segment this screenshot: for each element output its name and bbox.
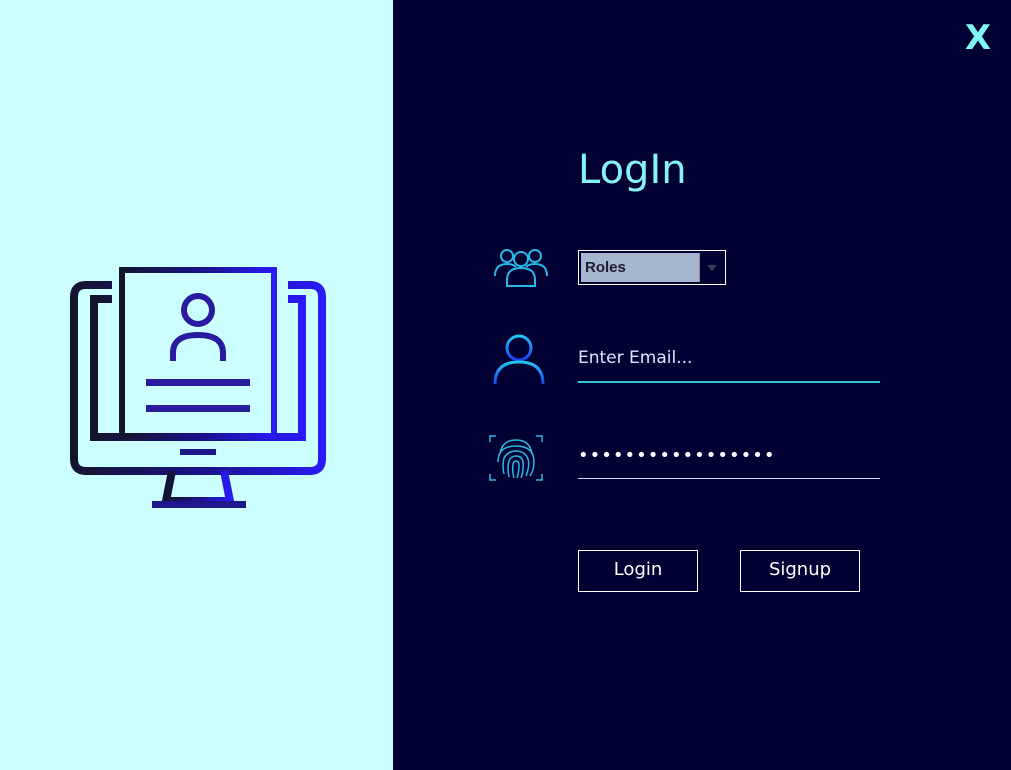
user-icon	[493, 334, 545, 385]
login-button[interactable]: Login	[578, 550, 698, 592]
computer-user-profile-icon	[70, 267, 326, 508]
roles-dropdown[interactable]: Roles	[578, 250, 726, 285]
signup-button[interactable]: Signup	[740, 550, 860, 592]
left-panel	[0, 0, 393, 770]
email-field[interactable]	[578, 338, 880, 378]
dropdown-arrow-button[interactable]	[699, 253, 723, 282]
password-underline	[578, 478, 880, 479]
users-group-icon	[494, 249, 548, 287]
page-title: LogIn	[578, 147, 687, 193]
chevron-down-icon	[707, 265, 717, 271]
password-field[interactable]	[578, 438, 880, 472]
roles-selected-value: Roles	[585, 259, 626, 276]
right-panel	[393, 0, 1011, 770]
fingerprint-icon	[489, 435, 543, 481]
close-button[interactable]: X	[960, 18, 996, 58]
email-underline	[578, 381, 880, 383]
